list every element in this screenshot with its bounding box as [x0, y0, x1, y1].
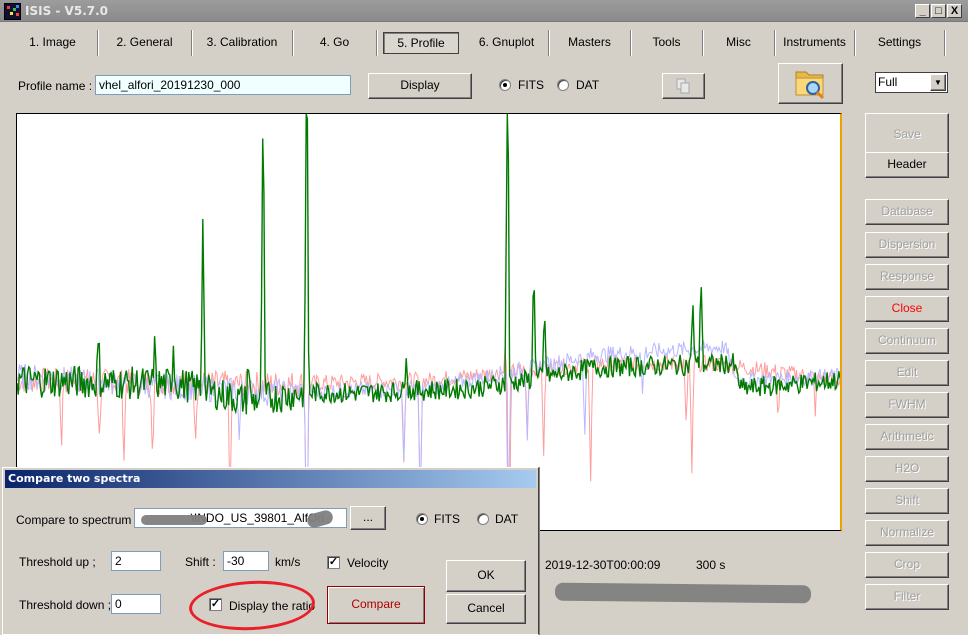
copy-icon: [676, 78, 690, 94]
side-button-header[interactable]: Header: [865, 152, 949, 178]
tab-misc[interactable]: Misc: [703, 30, 775, 56]
tab-general[interactable]: 2. General: [98, 30, 192, 56]
display-button[interactable]: Display: [368, 73, 472, 99]
side-button-shift[interactable]: Shift: [865, 488, 949, 514]
open-file-button[interactable]: [778, 63, 843, 104]
side-button-edit[interactable]: Edit: [865, 360, 949, 386]
title-bar: ISIS - V5.7.0 _ □ X: [0, 0, 968, 22]
tab-image[interactable]: 1. Image: [8, 30, 98, 56]
dat-radio-label: DAT: [576, 78, 600, 92]
maximize-button[interactable]: □: [931, 4, 946, 18]
threshold-down-label: Threshold down ;: [19, 598, 112, 612]
ok-button[interactable]: OK: [446, 560, 526, 592]
compare-button[interactable]: Compare: [327, 586, 425, 624]
cancel-button[interactable]: Cancel: [446, 594, 526, 624]
side-button-normalize[interactable]: Normalize: [865, 520, 949, 546]
tab-masters[interactable]: Masters: [549, 30, 631, 56]
folder-search-icon: [795, 71, 825, 100]
redacted-area: [554, 582, 812, 604]
threshold-up-label: Threshold up ;: [19, 555, 96, 569]
highlight-annotation: [187, 577, 317, 634]
dialog-fits-radio[interactable]: [416, 513, 428, 525]
side-button-h2o[interactable]: H2O: [865, 456, 949, 482]
window-title: ISIS - V5.7.0: [25, 4, 109, 18]
velocity-checkbox[interactable]: ✓: [327, 556, 340, 569]
shift-label: Shift :: [185, 555, 216, 569]
dialog-dat-radio[interactable]: [477, 513, 489, 525]
zoom-select-value: Full: [878, 75, 898, 89]
side-button-continuum[interactable]: Continuum: [865, 328, 949, 354]
fits-radio-label: FITS: [518, 78, 544, 92]
shift-unit: km/s: [275, 555, 301, 569]
app-logo-icon: [4, 3, 21, 20]
tab-calibration[interactable]: 3. Calibration: [192, 30, 293, 56]
dialog-dat-label: DAT: [495, 512, 519, 526]
minimize-button[interactable]: _: [915, 4, 930, 18]
copy-button[interactable]: [662, 73, 705, 99]
dialog-title: Compare two spectra: [5, 470, 536, 488]
side-button-save[interactable]: Save: [865, 113, 949, 157]
side-button-response[interactable]: Response: [865, 264, 949, 290]
tab-gnuplot[interactable]: 6. Gnuplot: [465, 30, 549, 56]
main-tabs: 1. Image 2. General 3. Calibration 4. Go…: [0, 30, 968, 56]
close-window-button[interactable]: X: [947, 4, 962, 18]
tab-go[interactable]: 4. Go: [293, 30, 377, 56]
profile-name-input[interactable]: vhel_alfori_20191230_000: [95, 75, 351, 95]
zoom-select[interactable]: Full ▼: [875, 72, 948, 93]
threshold-up-input[interactable]: 2: [111, 551, 161, 571]
fits-radio[interactable]: [499, 79, 511, 91]
side-button-close[interactable]: Close: [865, 296, 949, 322]
side-button-fwhm[interactable]: FWHM: [865, 392, 949, 418]
exposure-time: 300 s: [696, 558, 726, 572]
side-button-arithmetic[interactable]: Arithmetic: [865, 424, 949, 450]
shift-input[interactable]: -30: [223, 551, 269, 571]
side-button-crop[interactable]: Crop: [865, 552, 949, 578]
tab-tools[interactable]: Tools: [631, 30, 703, 56]
browse-button[interactable]: ...: [350, 506, 386, 530]
dat-radio[interactable]: [557, 79, 569, 91]
velocity-label: Velocity: [347, 556, 389, 570]
compare-dialog: Compare two spectra Compare to spectrum …: [2, 467, 539, 635]
side-button-filter[interactable]: Filter: [865, 584, 949, 610]
observation-date: 2019-12-30T00:00:09: [545, 558, 661, 572]
chevron-down-icon[interactable]: ▼: [930, 74, 946, 91]
profile-name-label: Profile name :: [18, 79, 93, 93]
threshold-down-input[interactable]: 0: [111, 594, 161, 614]
side-button-database[interactable]: Database: [865, 199, 949, 225]
dialog-fits-label: FITS: [434, 512, 460, 526]
tab-profile[interactable]: 5. Profile: [383, 32, 459, 54]
redacted-path: [141, 515, 207, 525]
tab-settings[interactable]: Settings: [855, 30, 945, 56]
compare-to-label: Compare to spectrum :: [16, 513, 139, 527]
tab-instruments[interactable]: Instruments: [775, 30, 855, 56]
side-button-dispersion[interactable]: Dispersion: [865, 232, 949, 258]
